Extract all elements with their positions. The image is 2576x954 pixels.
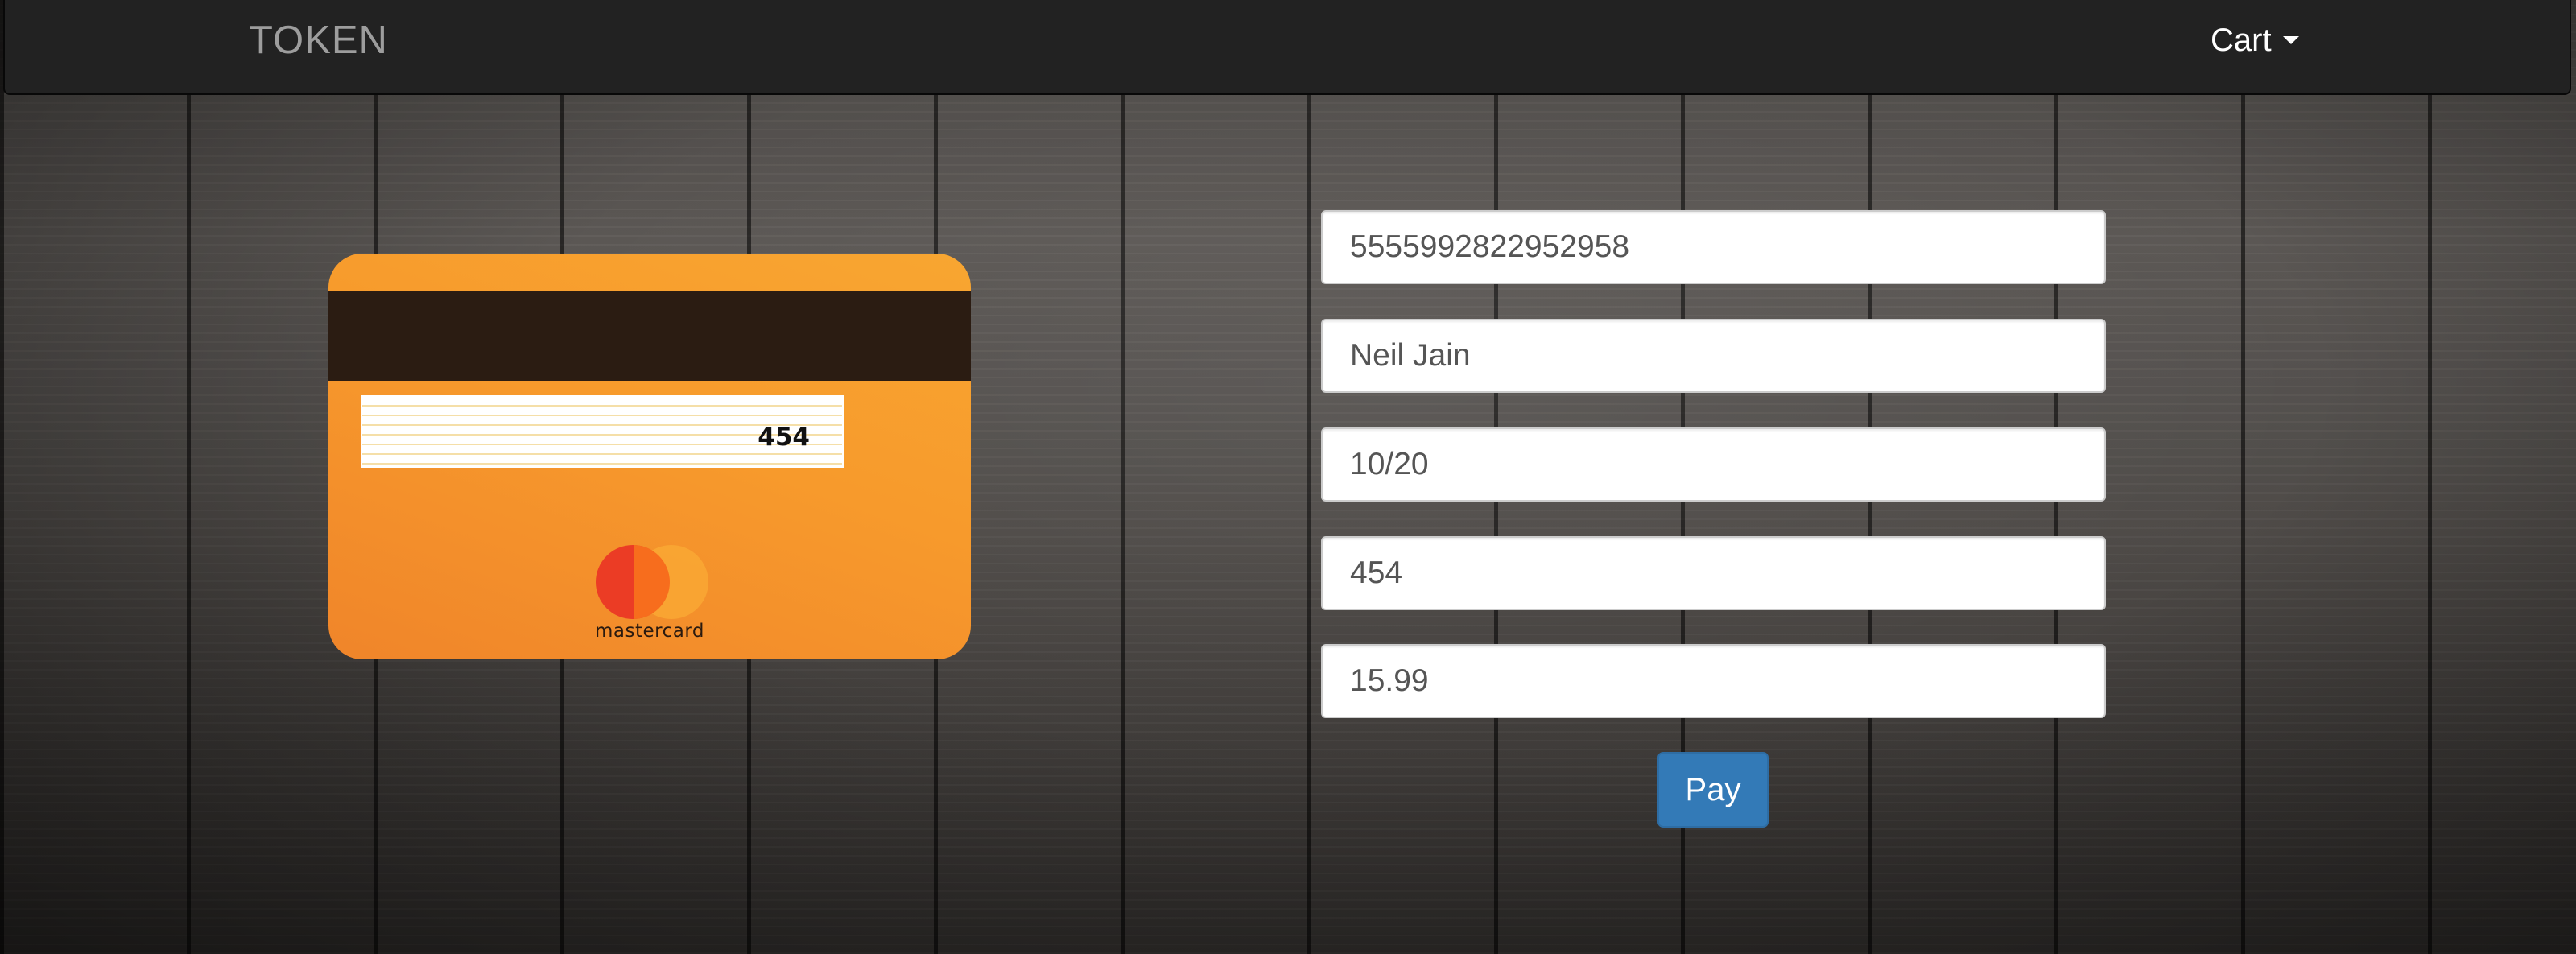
- signature-strip: 454: [361, 395, 844, 468]
- mastercard-logo: mastercard: [589, 545, 710, 650]
- expiry-date-input[interactable]: [1321, 427, 2106, 502]
- top-navbar: TOKEN Cart: [3, 0, 2571, 95]
- brand-logo[interactable]: TOKEN: [249, 18, 388, 63]
- pay-button[interactable]: Pay: [1657, 752, 1769, 828]
- card-cvv-display: 454: [758, 423, 810, 452]
- credit-card-back: 454 mastercard: [328, 254, 971, 659]
- mastercard-wordmark: mastercard: [595, 621, 704, 642]
- cart-dropdown-toggle[interactable]: Cart: [2211, 23, 2299, 59]
- card-number-input[interactable]: [1321, 210, 2106, 284]
- cart-label: Cart: [2211, 23, 2272, 58]
- cvv-input[interactable]: [1321, 536, 2106, 610]
- magnetic-stripe: [328, 291, 971, 381]
- amount-input[interactable]: [1321, 644, 2106, 718]
- caret-down-icon: [2282, 36, 2299, 45]
- cardholder-name-input[interactable]: [1321, 319, 2106, 393]
